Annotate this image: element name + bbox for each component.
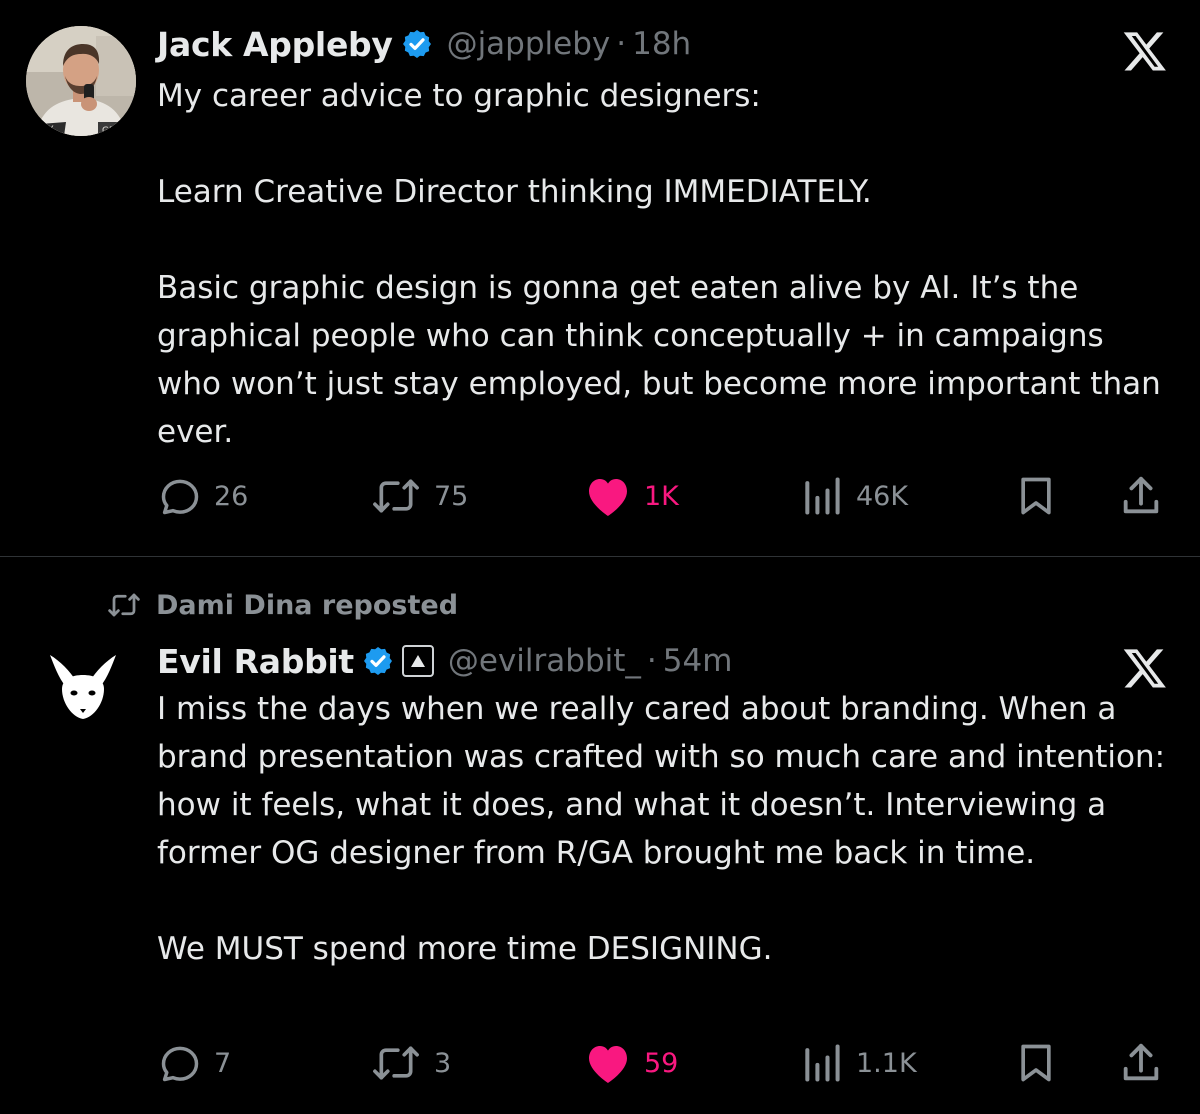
tweet-actions: 7 3 59 1.1K [0, 1033, 1200, 1093]
tweet-time[interactable]: 54m [663, 643, 733, 679]
bookmark-icon [1021, 477, 1051, 515]
verified-badge-icon [363, 647, 392, 675]
svg-text:EX: EX [42, 125, 54, 135]
tweet[interactable]: Dami Dina reposted Evil Rabbit @evilrabb… [0, 557, 1200, 1114]
repost-context[interactable]: Dami Dina reposted [106, 585, 458, 625]
views-count: 46K [856, 480, 909, 512]
tweet-paragraph: Basic graphic design is gonna get eaten … [157, 270, 1161, 450]
views-icon [805, 477, 840, 515]
repost-icon [373, 1046, 419, 1080]
reply-count: 26 [214, 480, 249, 512]
author-handle[interactable]: @evilrabbit_ [448, 643, 641, 679]
repost-icon [373, 479, 419, 513]
author-name[interactable]: Jack Appleby [157, 25, 393, 64]
triangle-icon [410, 655, 425, 667]
share-icon [1123, 1043, 1159, 1081]
reply-button[interactable]: 26 [158, 466, 248, 526]
like-count: 1K [644, 480, 679, 512]
avatar[interactable] [44, 647, 122, 725]
tweet-paragraph: I miss the days when we really cared abo… [157, 691, 1166, 871]
tweet-header: Jack Appleby @jappleby · 18h [157, 20, 691, 68]
share-icon [1123, 476, 1159, 514]
svg-text:GB: GB [102, 126, 115, 136]
bookmark-button[interactable] [1014, 466, 1058, 526]
repost-count: 3 [434, 1047, 452, 1079]
views-button[interactable]: 1.1K [800, 1033, 917, 1093]
repost-button[interactable]: 75 [370, 466, 468, 526]
bookmark-button[interactable] [1014, 1033, 1058, 1093]
share-button[interactable] [1118, 466, 1164, 526]
tweet-actions: 26 75 1K 46K [0, 466, 1200, 526]
like-button[interactable]: 59 [584, 1033, 678, 1093]
tweet-header: Evil Rabbit @evilrabbit_ · 54m [157, 637, 732, 685]
affiliate-icon[interactable] [401, 645, 434, 677]
rabbit-logo-icon [44, 647, 122, 725]
reply-icon [161, 479, 199, 515]
avatar[interactable]: EX GB [26, 26, 136, 136]
views-icon [805, 1044, 840, 1082]
reply-button[interactable]: 7 [158, 1033, 231, 1093]
verified-badge-icon [402, 30, 431, 58]
avatar-photo-icon: EX GB [26, 26, 136, 136]
tweet-paragraph: Learn Creative Director thinking IMMEDIA… [157, 174, 872, 210]
repost-icon [108, 593, 140, 617]
separator-dot: · [646, 643, 657, 679]
reply-count: 7 [214, 1047, 232, 1079]
author-name[interactable]: Evil Rabbit [157, 642, 354, 681]
share-button[interactable] [1118, 1033, 1164, 1093]
like-count: 59 [644, 1047, 679, 1079]
heart-icon [589, 479, 627, 516]
tweet-time[interactable]: 18h [632, 26, 691, 62]
tweet-paragraph: My career advice to graphic designers: [157, 78, 761, 114]
views-button[interactable]: 46K [800, 466, 908, 526]
repost-button[interactable]: 3 [370, 1033, 451, 1093]
repost-by-label: Dami Dina reposted [156, 589, 459, 621]
tweet-text: I miss the days when we really cared abo… [157, 685, 1167, 973]
like-button[interactable]: 1K [584, 466, 679, 526]
tweet-text: My career advice to graphic designers: L… [157, 72, 1167, 456]
heart-icon [589, 1046, 627, 1083]
views-count: 1.1K [856, 1047, 917, 1079]
x-logo-icon [1123, 32, 1166, 71]
tweet-paragraph: We MUST spend more time DESIGNING. [157, 931, 773, 967]
author-handle[interactable]: @jappleby [447, 26, 611, 62]
tweet[interactable]: EX GB Jack Appleby @jappleby · 18h My ca… [0, 0, 1200, 556]
reply-icon [161, 1046, 199, 1082]
bookmark-icon [1021, 1044, 1051, 1082]
separator-dot: · [616, 26, 627, 62]
repost-count: 75 [434, 480, 469, 512]
